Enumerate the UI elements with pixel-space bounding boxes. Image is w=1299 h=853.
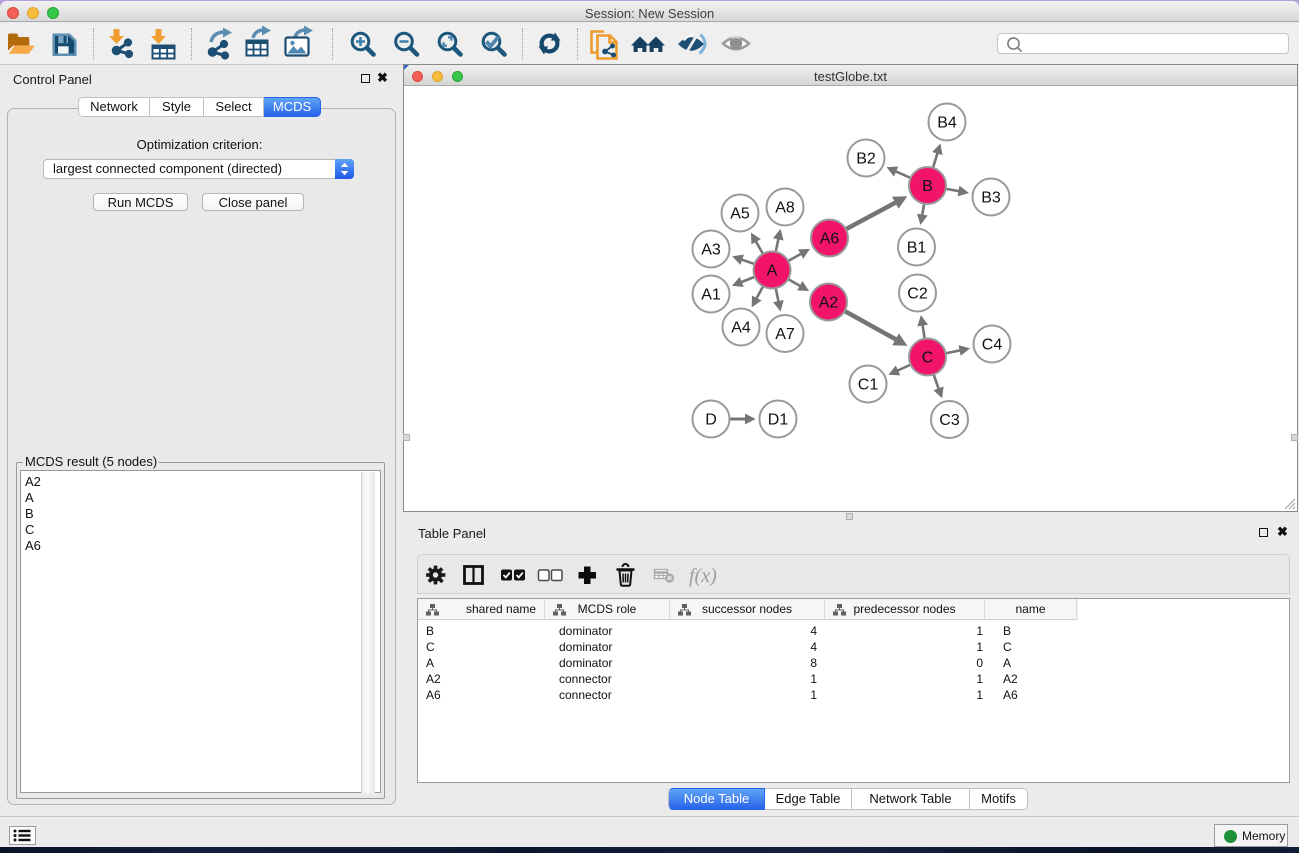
svg-text:A8: A8 (775, 200, 795, 217)
svg-text:B2: B2 (856, 151, 876, 168)
svg-text:A4: A4 (731, 320, 751, 337)
svg-text:D: D (705, 412, 717, 429)
svg-text:B3: B3 (981, 190, 1001, 207)
svg-text:A3: A3 (701, 242, 721, 259)
svg-text:B1: B1 (907, 240, 927, 257)
svg-text:C3: C3 (939, 412, 960, 429)
svg-text:D1: D1 (768, 412, 789, 429)
svg-text:A: A (767, 263, 778, 280)
svg-text:A1: A1 (701, 287, 721, 304)
svg-text:A6: A6 (820, 231, 840, 248)
svg-text:C4: C4 (982, 337, 1003, 354)
svg-text:f(x): f(x) (689, 565, 717, 587)
svg-text:A5: A5 (730, 206, 750, 223)
svg-text:C: C (922, 350, 934, 367)
svg-text:A7: A7 (775, 326, 795, 343)
svg-text:B: B (922, 178, 933, 195)
svg-text:C2: C2 (907, 286, 928, 303)
svg-text:C1: C1 (858, 377, 879, 394)
svg-text:A2: A2 (819, 295, 839, 312)
svg-text:B4: B4 (937, 115, 957, 132)
